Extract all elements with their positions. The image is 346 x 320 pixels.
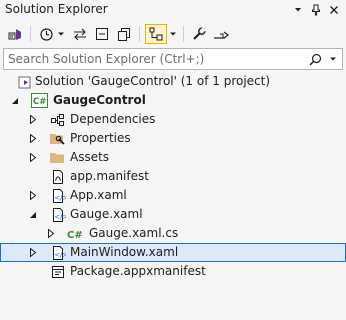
- tree-item-label: MainWindow.xaml: [70, 245, 179, 259]
- chevron-down-icon: [330, 57, 336, 61]
- toolbar-separator: [139, 26, 140, 42]
- filter-dropdown-button[interactable]: [168, 24, 178, 44]
- tree-item-label: Package.appxmanifest: [70, 264, 206, 278]
- vs-switch-views-icon: [8, 29, 21, 40]
- history-dropdown-button[interactable]: [56, 24, 66, 44]
- sync-arrows-icon: [74, 28, 86, 41]
- svg-text:C#: C#: [33, 97, 46, 107]
- tree-item-label: Dependencies: [70, 112, 156, 126]
- chevron-down-icon: [58, 32, 64, 36]
- tree-item-gauge-xaml-cs[interactable]: C# Gauge.xaml.cs: [0, 224, 346, 243]
- title-bar: Solution Explorer: [0, 0, 346, 20]
- tree-item-label: Solution 'GaugeControl' (1 of 1 project): [35, 74, 271, 88]
- expanded-arrow-icon[interactable]: [9, 91, 21, 110]
- collapsed-arrow-icon[interactable]: [27, 186, 39, 205]
- csharp-file-icon: C#: [67, 225, 84, 242]
- tree-item-solution[interactable]: Solution 'GaugeControl' (1 of 1 project): [0, 72, 346, 91]
- collapse-all-button[interactable]: [92, 24, 112, 44]
- xaml-file-icon: </>: [49, 244, 66, 261]
- expanded-arrow-icon[interactable]: [27, 205, 39, 224]
- search-box: [3, 48, 343, 70]
- solution-tree: Solution 'GaugeControl' (1 of 1 project)…: [0, 72, 346, 320]
- xaml-file-icon: </>: [49, 206, 66, 223]
- svg-text:</>: </>: [54, 194, 66, 202]
- search-input[interactable]: [8, 51, 298, 67]
- pin-button[interactable]: [308, 2, 324, 18]
- folder-icon: [49, 149, 66, 166]
- history-icon: [40, 28, 53, 41]
- solution-icon: [16, 73, 33, 90]
- search-options-button[interactable]: [326, 51, 340, 67]
- search-button[interactable]: [307, 51, 323, 67]
- solution-explorer-panel: Solution Explorer Search Solution Explor…: [0, 0, 346, 320]
- tree-item-label: Gauge.xaml.cs: [89, 226, 179, 240]
- svg-text:</>: </>: [54, 213, 66, 221]
- toolbar-separator: [30, 26, 31, 42]
- tree-item-app-manifest[interactable]: app.manifest: [0, 167, 346, 186]
- tree-item-label: Assets: [70, 150, 110, 164]
- tree-item-mainwindow-xaml[interactable]: </> MainWindow.xaml: [0, 243, 346, 262]
- collapsed-arrow-icon[interactable]: [27, 129, 39, 148]
- collapse-all-icon: [96, 28, 108, 40]
- tree-item-package-appxmanifest[interactable]: Package.appxmanifest: [0, 262, 346, 281]
- tree-item-app-xaml[interactable]: </> App.xaml: [0, 186, 346, 205]
- close-icon: [330, 6, 338, 14]
- show-all-files-button[interactable]: [114, 24, 134, 44]
- csharp-project-icon: C#: [31, 92, 48, 109]
- svg-text:</>: </>: [54, 251, 66, 259]
- toolbar-separator: [183, 26, 184, 42]
- preview-icon: [214, 31, 229, 39]
- tree-item-label: Gauge.xaml: [70, 207, 143, 221]
- xaml-file-icon: </>: [49, 187, 66, 204]
- show-all-files-icon: [118, 28, 130, 41]
- appx-manifest-icon: [49, 263, 66, 280]
- collapsed-arrow-icon[interactable]: [45, 224, 57, 243]
- history-button[interactable]: [36, 24, 56, 44]
- filter-pending-icon: [149, 27, 163, 41]
- panel-title: Solution Explorer: [5, 2, 108, 16]
- sync-button[interactable]: [70, 24, 90, 44]
- tree-item-label: app.manifest: [70, 169, 149, 183]
- tree-item-assets[interactable]: Assets: [0, 148, 346, 167]
- close-button[interactable]: [326, 2, 342, 18]
- collapsed-arrow-icon[interactable]: [27, 110, 39, 129]
- manifest-file-icon: [49, 168, 66, 185]
- dependencies-icon: [49, 111, 66, 128]
- search-icon: [308, 53, 321, 66]
- chevron-down-icon: [170, 32, 176, 36]
- tree-item-gauge-xaml[interactable]: </> Gauge.xaml: [0, 205, 346, 224]
- window-options-button[interactable]: [290, 2, 306, 18]
- preview-selected-button[interactable]: [211, 24, 231, 44]
- tree-item-label: GaugeControl: [53, 93, 146, 107]
- tree-item-label: App.xaml: [70, 188, 127, 202]
- toolbar: [0, 20, 346, 48]
- properties-button[interactable]: [189, 24, 209, 44]
- tree-item-dependencies[interactable]: Dependencies: [0, 110, 346, 129]
- pending-changes-filter-button[interactable]: [145, 24, 167, 44]
- collapsed-arrow-icon[interactable]: [27, 148, 39, 167]
- switch-views-button[interactable]: [5, 24, 25, 44]
- chevron-down-icon: [295, 8, 301, 12]
- tree-item-properties[interactable]: Properties: [0, 129, 346, 148]
- collapsed-arrow-icon[interactable]: [27, 243, 39, 262]
- tree-item-project[interactable]: C# GaugeControl: [0, 91, 346, 110]
- tree-item-label: Properties: [70, 131, 131, 145]
- properties-folder-icon: [49, 130, 66, 147]
- wrench-properties-icon: [193, 27, 206, 40]
- svg-text:C#: C#: [67, 230, 83, 241]
- pin-icon: [312, 4, 320, 16]
